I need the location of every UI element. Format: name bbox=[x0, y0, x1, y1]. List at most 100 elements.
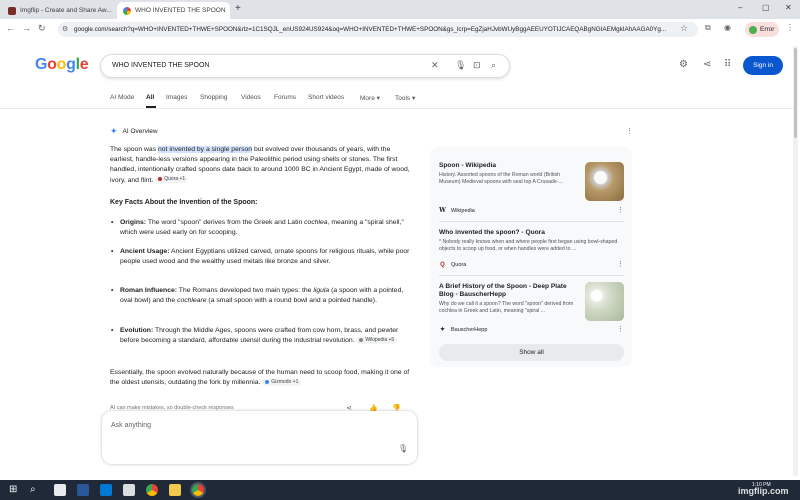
chip-label: Wikipedia +5 bbox=[365, 336, 395, 343]
error-avatar-icon bbox=[749, 25, 757, 34]
tab-tools[interactable]: Tools ▾ bbox=[395, 94, 415, 102]
google-logo[interactable]: Google bbox=[35, 56, 89, 74]
logo-letter: g bbox=[66, 56, 76, 73]
back-arrow-icon[interactable]: ← bbox=[6, 23, 15, 33]
search-icon[interactable]: ⌕ bbox=[30, 484, 42, 496]
search-icon[interactable]: ⌕ bbox=[491, 60, 496, 71]
fact-item: Ancient Usage: Ancient Egyptians utilize… bbox=[111, 247, 410, 267]
source-chip[interactable]: Gizmodo +1 bbox=[262, 378, 302, 386]
source-chip[interactable]: Wikipedia +5 bbox=[356, 336, 398, 344]
source-card[interactable]: Spoon - Wikipedia History. Assorted spoo… bbox=[439, 162, 579, 186]
fact-emphasis: cochleare bbox=[177, 297, 207, 305]
fact-label: Roman Influence: bbox=[120, 287, 178, 294]
fact-text: The word "spoon" derives from the Greek … bbox=[146, 219, 305, 226]
header-divider bbox=[0, 108, 793, 109]
source-menu-icon[interactable]: ⋮ bbox=[617, 206, 624, 214]
show-all-button[interactable]: Show all bbox=[439, 344, 624, 361]
tab-images[interactable]: Images bbox=[166, 94, 187, 101]
site-name: Wikipedia bbox=[451, 207, 475, 214]
word-icon[interactable] bbox=[77, 484, 89, 496]
bookmark-star-icon[interactable]: ☆ bbox=[680, 23, 688, 34]
bauscherhepp-icon: ✦ bbox=[439, 327, 446, 333]
new-tab-button[interactable]: + bbox=[235, 3, 241, 14]
logo-letter: G bbox=[35, 56, 48, 73]
logo-letter: o bbox=[56, 56, 67, 73]
source-chip[interactable]: Quora +1 bbox=[155, 176, 189, 184]
share-icon[interactable]: ⋖ bbox=[703, 59, 711, 70]
calculator-icon[interactable] bbox=[123, 484, 135, 496]
mic-icon[interactable]: 🎙 bbox=[455, 60, 466, 71]
error-label: Error bbox=[760, 26, 775, 33]
lens-icon[interactable]: ⊡ bbox=[473, 60, 481, 71]
tab-short-videos[interactable]: Short videos bbox=[308, 94, 344, 101]
source-site[interactable]: Q Quora bbox=[439, 261, 466, 268]
mail-icon[interactable] bbox=[100, 484, 112, 496]
chrome-icon[interactable] bbox=[146, 484, 158, 496]
clear-icon[interactable]: ✕ bbox=[431, 60, 439, 71]
address-bar[interactable]: google.com/search?q=WHO+INVENTED+THWE+SP… bbox=[58, 22, 698, 37]
tab-forums[interactable]: Forums bbox=[274, 94, 296, 101]
source-description: History. Assorted spoons of the Roman wo… bbox=[439, 172, 563, 185]
tab-ai-mode[interactable]: AI Mode bbox=[110, 94, 134, 101]
search-query: WHO INVENTED THE SPOON bbox=[112, 62, 210, 69]
tab-title: Imgflip - Create and Share Aw... bbox=[20, 7, 112, 14]
ai-intro-paragraph: The spoon was not invented by a single p… bbox=[110, 145, 410, 186]
forward-arrow-icon[interactable]: → bbox=[22, 23, 31, 33]
tab-title: WHO INVENTED THE SPOON bbox=[135, 7, 226, 14]
maximize-button[interactable]: ▢ bbox=[762, 3, 770, 12]
source-divider bbox=[439, 221, 624, 222]
source-site[interactable]: W Wikipedia bbox=[439, 207, 475, 214]
windows-taskbar bbox=[0, 480, 800, 500]
close-window-button[interactable]: ✕ bbox=[785, 3, 792, 12]
source-menu-icon[interactable]: ⋮ bbox=[617, 260, 624, 268]
wikipedia-icon bbox=[359, 337, 364, 342]
file-icon[interactable] bbox=[54, 484, 66, 496]
apps-grid-icon[interactable]: ⠿ bbox=[724, 59, 731, 70]
tab-google-search[interactable]: WHO INVENTED THE SPOON ✕ bbox=[117, 2, 230, 19]
ai-conclusion-paragraph: Essentially, the spoon evolved naturally… bbox=[110, 368, 410, 388]
site-info-icon[interactable]: ⚙ bbox=[62, 25, 68, 33]
source-title[interactable]: A Brief History of the Spoon - Deep Plat… bbox=[439, 283, 579, 299]
facts-heading: Key Facts About the Invention of the Spo… bbox=[110, 199, 258, 206]
ai-overview-menu-icon[interactable]: ⋮ bbox=[626, 127, 633, 135]
file-explorer-icon[interactable] bbox=[169, 484, 181, 496]
chip-label: Quora +1 bbox=[164, 176, 186, 183]
source-menu-icon[interactable]: ⋮ bbox=[617, 325, 624, 333]
minimize-button[interactable]: – bbox=[738, 3, 742, 12]
fact-label: Origins: bbox=[120, 219, 147, 226]
settings-gear-icon[interactable]: ⚙ bbox=[679, 59, 688, 70]
search-box[interactable]: WHO INVENTED THE SPOON ✕ 🎙 ⊡ ⌕ bbox=[100, 54, 510, 78]
fact-text: (a small spoon with a round bowl and a p… bbox=[206, 297, 377, 305]
reload-icon[interactable]: ↻ bbox=[38, 23, 46, 34]
ai-overview-title: AI Overview bbox=[122, 128, 158, 135]
windows-start-icon[interactable]: ⊞ bbox=[9, 484, 21, 496]
mic-icon[interactable]: 🎙 bbox=[398, 444, 408, 453]
tab-imgflip[interactable]: Imgflip - Create and Share Aw... ✕ bbox=[2, 2, 114, 19]
tab-videos[interactable]: Videos bbox=[241, 94, 261, 101]
plate-thumbnail-image[interactable] bbox=[585, 282, 624, 321]
menu-kebab-icon[interactable]: ⋮ bbox=[786, 23, 794, 32]
tab-more[interactable]: More ▾ bbox=[360, 94, 380, 102]
profile-icon[interactable]: ◉ bbox=[724, 23, 731, 32]
google-favicon-icon bbox=[123, 6, 131, 15]
wikipedia-icon: W bbox=[439, 207, 446, 214]
tab-search-icon[interactable]: ⧉ bbox=[705, 23, 711, 33]
tab-all[interactable]: All bbox=[146, 94, 154, 101]
source-site[interactable]: ✦ BauscherHepp bbox=[439, 326, 488, 334]
tab-shopping[interactable]: Shopping bbox=[200, 94, 227, 101]
source-title[interactable]: Who invented the spoon? - Quora bbox=[439, 229, 624, 237]
sign-in-button[interactable]: Sign in bbox=[743, 56, 783, 75]
spoon-thumbnail-image[interactable] bbox=[585, 162, 624, 201]
conclusion-text: Essentially, the spoon evolved naturally… bbox=[110, 369, 410, 387]
source-title[interactable]: Spoon - Wikipedia bbox=[439, 162, 579, 170]
fact-item: Roman Influence: The Romans developed tw… bbox=[111, 286, 410, 306]
site-name: BauscherHepp bbox=[451, 326, 488, 333]
scrollbar-thumb[interactable] bbox=[794, 48, 797, 138]
error-button[interactable]: Error bbox=[745, 22, 779, 37]
source-card[interactable]: A Brief History of the Spoon - Deep Plat… bbox=[439, 283, 579, 315]
source-card[interactable]: Who invented the spoon? - Quora * Nobody… bbox=[439, 229, 624, 253]
ask-anything-box[interactable]: Ask anything 🎙 bbox=[102, 411, 417, 464]
fact-label: Ancient Usage: bbox=[120, 248, 170, 255]
chrome-active-icon[interactable] bbox=[190, 482, 206, 498]
quora-icon bbox=[158, 176, 163, 181]
